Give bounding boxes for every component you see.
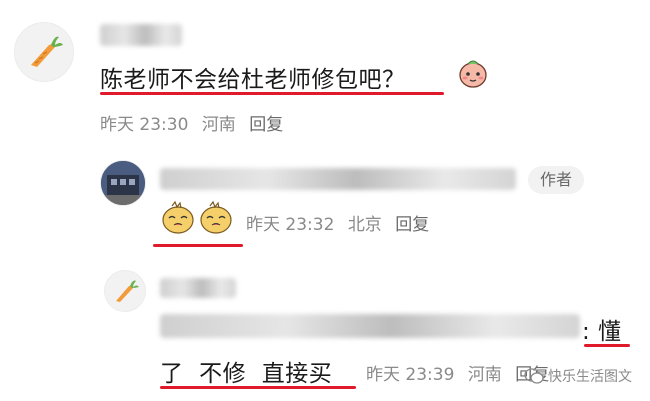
reply2-text-b: 了 不修 直接买 xyxy=(160,361,333,387)
peach-face-emoji xyxy=(456,56,490,90)
username-blurred xyxy=(160,168,516,190)
reply-button[interactable]: 回复 xyxy=(395,215,429,235)
carrot-icon xyxy=(31,36,63,67)
avatar-carrot-small[interactable] xyxy=(104,270,146,312)
username-blurred xyxy=(160,278,236,298)
username-blurred xyxy=(100,24,182,46)
quoted-text-blurred xyxy=(160,314,580,338)
reply-button[interactable]: 回复 xyxy=(249,115,283,135)
comment-location: 河南 xyxy=(201,115,236,135)
highlight-underline xyxy=(584,344,630,347)
building-photo-icon xyxy=(101,161,145,205)
reply1-location: 北京 xyxy=(347,215,382,235)
two-crying-chick-emoji xyxy=(160,200,238,236)
reply1-time: 昨天 23:32 xyxy=(246,215,335,235)
comment-time: 昨天 23:30 xyxy=(100,115,189,135)
watermark-text: 快乐生活图文 xyxy=(548,369,632,385)
author-badge: 作者 xyxy=(528,166,585,194)
reply1-meta: 昨天 23:32 北京 回复 xyxy=(246,210,437,235)
watermark: 快乐生活图文 xyxy=(524,366,632,386)
highlight-underline xyxy=(153,244,243,247)
carrot-icon xyxy=(116,280,139,302)
reply2-location: 河南 xyxy=(467,365,502,385)
comment-text: 陈老师不会给杜老师修包吧？ xyxy=(100,67,406,93)
avatar-author[interactable] xyxy=(100,160,146,206)
highlight-underline xyxy=(100,92,444,95)
reply2-text-a: : 懂 xyxy=(582,319,622,345)
highlight-underline xyxy=(160,386,356,389)
reply2-time: 昨天 23:39 xyxy=(366,365,455,385)
comment-meta: 昨天 23:30 河南 回复 xyxy=(100,110,291,135)
avatar-carrot[interactable] xyxy=(14,22,74,82)
wechat-icon xyxy=(524,368,544,384)
